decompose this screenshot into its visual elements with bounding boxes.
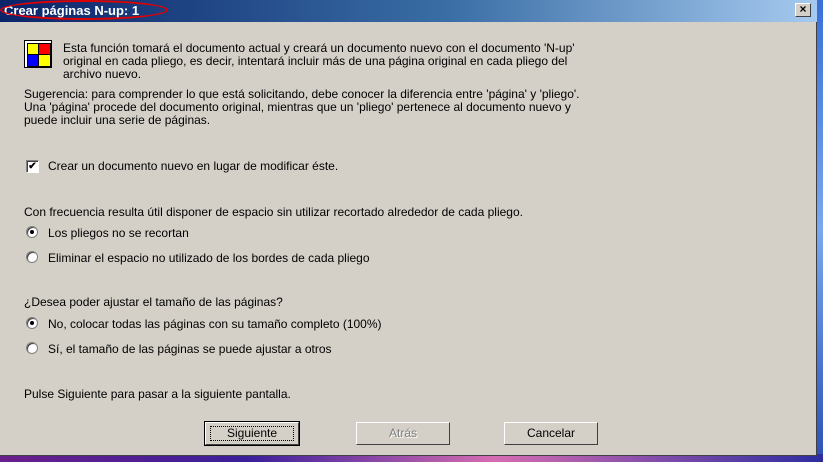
title-highlight-annotation (0, 0, 168, 20)
radio-adjust-size[interactable] (26, 342, 38, 354)
radio-no-crop[interactable] (26, 226, 38, 238)
nup-dialog: Crear páginas N-up: 1 × Esta función tom… (0, 0, 817, 456)
next-button[interactable]: Siguiente (204, 421, 300, 446)
new-document-checkbox-label[interactable]: Crear un documento nuevo en lugar de mod… (48, 160, 338, 173)
new-document-checkbox[interactable]: ✔ (26, 160, 39, 173)
radio-adjust-size-label[interactable]: Sí, el tamaño de las páginas se puede aj… (48, 343, 332, 356)
radio-no-crop-label[interactable]: Los pliegos no se recortan (48, 227, 189, 240)
nup-layout-icon (24, 40, 52, 68)
back-button-label: Atrás (388, 426, 417, 440)
close-icon: × (799, 2, 807, 16)
radio-crop-edges[interactable] (26, 251, 38, 263)
crop-question: Con frecuencia resulta útil disponer de … (24, 205, 523, 219)
radio-full-size-label[interactable]: No, colocar todas las páginas con su tam… (48, 318, 382, 331)
check-icon: ✔ (28, 161, 37, 172)
title-bar[interactable]: Crear páginas N-up: 1 × (0, 0, 817, 22)
background-right (817, 0, 823, 462)
close-button[interactable]: × (795, 3, 811, 17)
footer-hint: Pulse Siguiente para pasar a la siguient… (24, 387, 291, 401)
cancel-button[interactable]: Cancelar (504, 422, 598, 445)
cancel-button-label: Cancelar (526, 426, 576, 440)
hint-line-3: puede incluir una serie de páginas. (24, 113, 211, 127)
back-button[interactable]: Atrás (356, 422, 450, 445)
radio-crop-edges-label[interactable]: Eliminar el espacio no utilizado de los … (48, 252, 370, 265)
radio-full-size[interactable] (26, 317, 38, 329)
dialog-content: Esta función tomará el documento actual … (0, 22, 817, 456)
intro-line-3: archivo nuevo. (63, 67, 142, 81)
scale-question: ¿Desea poder ajustar el tamaño de las pá… (24, 295, 283, 309)
